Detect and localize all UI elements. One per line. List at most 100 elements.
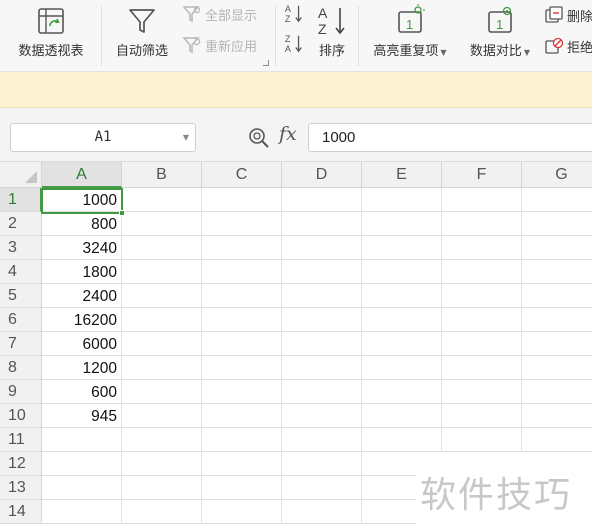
cell-e3[interactable] [362, 236, 442, 260]
highlight-duplicates-button[interactable]: 1 高亮重复项 ▼ [366, 0, 454, 59]
cell-c13[interactable] [202, 476, 282, 500]
cell-e4[interactable] [362, 260, 442, 284]
cell-b14[interactable] [122, 500, 202, 524]
row-header-12[interactable]: 12 [0, 452, 42, 476]
cell-c12[interactable] [202, 452, 282, 476]
row-header-9[interactable]: 9 [0, 380, 42, 404]
cell-e2[interactable] [362, 212, 442, 236]
cell-b11[interactable] [122, 428, 202, 452]
cell-e5[interactable] [362, 284, 442, 308]
cell-d7[interactable] [282, 332, 362, 356]
cell-f10[interactable] [442, 404, 522, 428]
cell-e11[interactable] [362, 428, 442, 452]
cell-a4[interactable]: 1800 [42, 260, 122, 284]
cell-g4[interactable] [522, 260, 592, 284]
cell-a1[interactable]: 1000 [42, 188, 122, 212]
cell-f3[interactable] [442, 236, 522, 260]
cell-g7[interactable] [522, 332, 592, 356]
cell-f6[interactable] [442, 308, 522, 332]
cell-c11[interactable] [202, 428, 282, 452]
reject-duplicates-button[interactable]: 拒绝 [544, 36, 592, 56]
cell-d9[interactable] [282, 380, 362, 404]
sort-button[interactable]: AZ 排序 [312, 0, 352, 59]
column-header-a[interactable]: A [42, 162, 122, 188]
row-header-7[interactable]: 7 [0, 332, 42, 356]
cell-g5[interactable] [522, 284, 592, 308]
cell-b10[interactable] [122, 404, 202, 428]
cell-d13[interactable] [282, 476, 362, 500]
fill-handle[interactable] [119, 210, 125, 216]
row-header-6[interactable]: 6 [0, 308, 42, 332]
cell-a6[interactable]: 16200 [42, 308, 122, 332]
cell-f2[interactable] [442, 212, 522, 236]
cell-e10[interactable] [362, 404, 442, 428]
delete-duplicates-button[interactable]: 删除 [544, 5, 592, 25]
cell-f4[interactable] [442, 260, 522, 284]
cell-a2[interactable]: 800 [42, 212, 122, 236]
cell-a14[interactable] [42, 500, 122, 524]
cell-d6[interactable] [282, 308, 362, 332]
column-header-d[interactable]: D [282, 162, 362, 188]
row-header-13[interactable]: 13 [0, 476, 42, 500]
reapply-button[interactable]: 重新应用 [182, 35, 257, 55]
sort-descending-button[interactable]: ZA [284, 33, 307, 54]
search-formula-icon[interactable] [248, 127, 270, 149]
cell-f1[interactable] [442, 188, 522, 212]
cell-c3[interactable] [202, 236, 282, 260]
sort-ascending-button[interactable]: AZ [284, 3, 307, 24]
cell-d8[interactable] [282, 356, 362, 380]
cell-b6[interactable] [122, 308, 202, 332]
row-header-2[interactable]: 2 [0, 212, 42, 236]
cell-c10[interactable] [202, 404, 282, 428]
cell-g6[interactable] [522, 308, 592, 332]
cell-g8[interactable] [522, 356, 592, 380]
cell-d4[interactable] [282, 260, 362, 284]
formula-input[interactable]: 1000 [308, 123, 592, 152]
row-header-4[interactable]: 4 [0, 260, 42, 284]
cell-c5[interactable] [202, 284, 282, 308]
cell-d5[interactable] [282, 284, 362, 308]
cell-e1[interactable] [362, 188, 442, 212]
cell-c6[interactable] [202, 308, 282, 332]
cell-e7[interactable] [362, 332, 442, 356]
cell-e6[interactable] [362, 308, 442, 332]
cell-e8[interactable] [362, 356, 442, 380]
row-header-5[interactable]: 5 [0, 284, 42, 308]
cell-g11[interactable] [522, 428, 592, 452]
row-header-3[interactable]: 3 [0, 236, 42, 260]
select-all-button[interactable] [0, 162, 42, 188]
cell-g2[interactable] [522, 212, 592, 236]
cell-d14[interactable] [282, 500, 362, 524]
data-compare-button[interactable]: 1 数据对比 ▼ [462, 0, 538, 59]
name-box[interactable]: A1 ▼ [10, 123, 196, 152]
cell-g3[interactable] [522, 236, 592, 260]
cell-f5[interactable] [442, 284, 522, 308]
cell-b1[interactable] [122, 188, 202, 212]
cell-c9[interactable] [202, 380, 282, 404]
cell-b7[interactable] [122, 332, 202, 356]
cell-c14[interactable] [202, 500, 282, 524]
cell-a9[interactable]: 600 [42, 380, 122, 404]
cell-c4[interactable] [202, 260, 282, 284]
cell-d3[interactable] [282, 236, 362, 260]
row-header-8[interactable]: 8 [0, 356, 42, 380]
row-header-10[interactable]: 10 [0, 404, 42, 428]
cell-a11[interactable] [42, 428, 122, 452]
cell-b5[interactable] [122, 284, 202, 308]
cell-a7[interactable]: 6000 [42, 332, 122, 356]
cell-d12[interactable] [282, 452, 362, 476]
column-header-g[interactable]: G [522, 162, 592, 188]
pivot-table-button[interactable]: 数据透视表 [12, 0, 90, 59]
autofilter-button[interactable]: 自动筛选 [110, 0, 174, 59]
cell-d2[interactable] [282, 212, 362, 236]
cell-d1[interactable] [282, 188, 362, 212]
cell-b13[interactable] [122, 476, 202, 500]
cell-c7[interactable] [202, 332, 282, 356]
chevron-down-icon[interactable]: ▼ [183, 124, 189, 151]
cell-b4[interactable] [122, 260, 202, 284]
cell-a12[interactable] [42, 452, 122, 476]
cell-a13[interactable] [42, 476, 122, 500]
dialog-launcher-icon[interactable] [263, 60, 269, 66]
column-header-c[interactable]: C [202, 162, 282, 188]
column-header-e[interactable]: E [362, 162, 442, 188]
